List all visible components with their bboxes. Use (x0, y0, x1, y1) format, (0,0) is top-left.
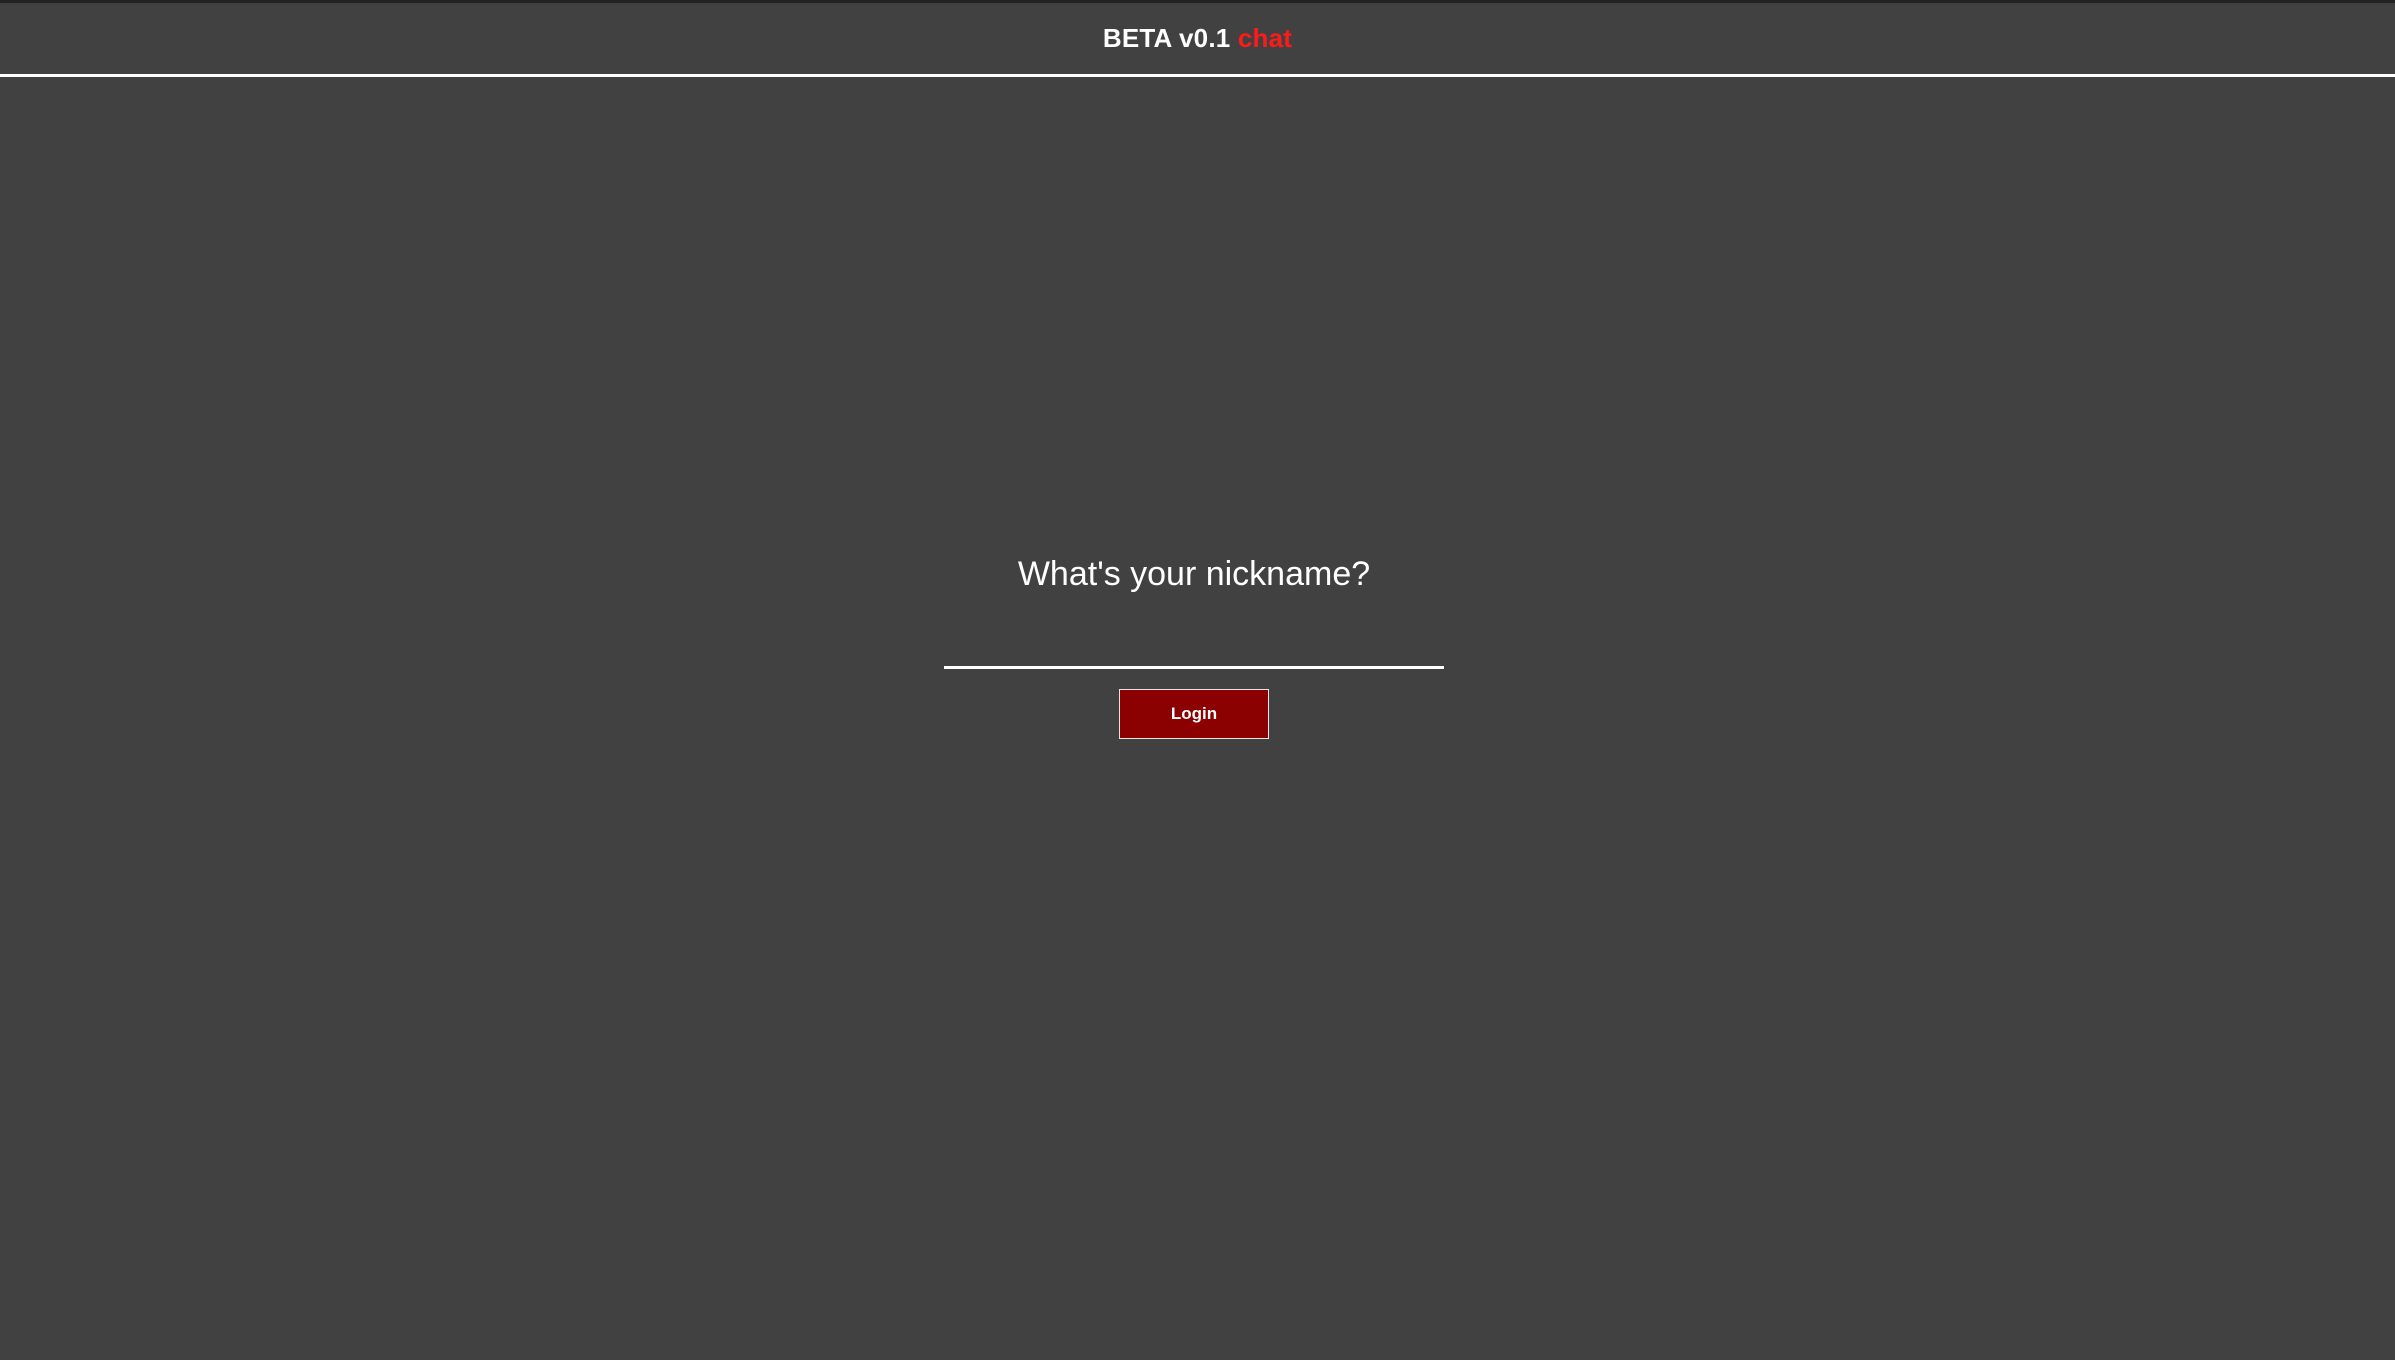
app-title-accent: chat (1237, 23, 1293, 53)
app-title-version: BETA v0.1 (1102, 23, 1238, 53)
login-button[interactable]: Login (1119, 689, 1269, 739)
nickname-input[interactable] (944, 625, 1444, 669)
login-panel: What's your nickname? Login (944, 545, 1444, 739)
app-title: BETA v0.1 chat (1103, 23, 1292, 54)
nickname-prompt: What's your nickname? (1017, 555, 1371, 593)
app-header: BETA v0.1 chat (0, 3, 2395, 77)
